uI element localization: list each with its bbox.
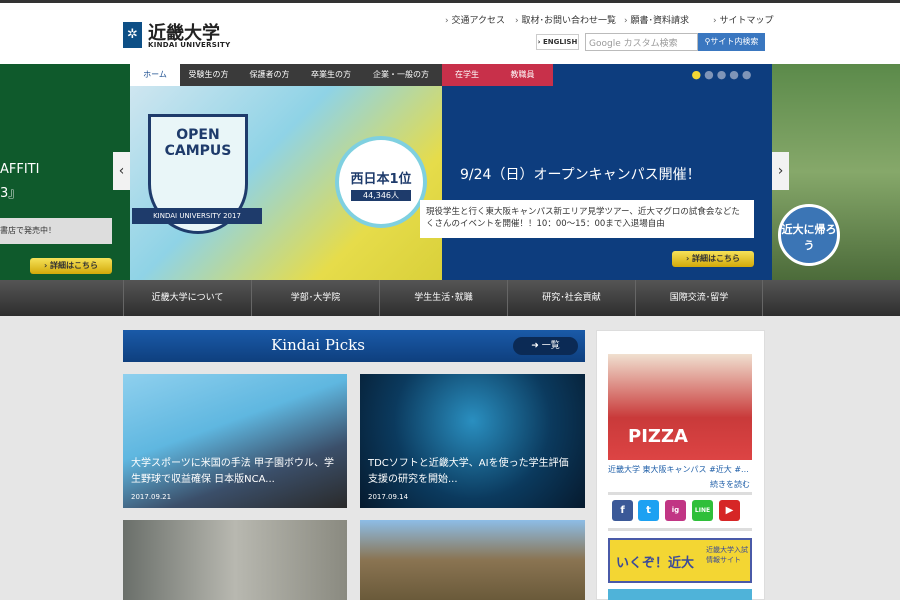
tab-students[interactable]: 在学生 [442,64,492,86]
twitter-icon[interactable]: t [638,500,659,521]
pick-card-image[interactable] [123,520,347,600]
hero-details-button[interactable]: › 詳細はこちら [672,251,754,267]
pick-card-text: 大学スポーツに米国の手法 甲子園ボウル、学生野球で収益確保 日本版NCA... [131,456,339,488]
nav-international[interactable]: 国際交流･留学 [635,280,763,316]
picks-more-button[interactable]: ➜ 一覧 [513,337,578,355]
banner-logo: いくぞ！近大 [616,552,694,571]
sidebar-banner-2[interactable] [608,589,752,600]
univ-banner: KINDAI UNIVERSITY 2017 [132,208,262,224]
next-arrow-icon[interactable]: › [772,152,789,190]
read-more-link[interactable]: 続きを読む [710,479,750,490]
open-campus-image[interactable]: OPEN CAMPUS KINDAI UNIVERSITY 2017 西日本1位… [130,86,442,280]
link-contact[interactable]: 取材･お問い合わせ一覧 [515,13,616,26]
tab-staff[interactable]: 教職員 [492,64,553,86]
search-input[interactable]: Google カスタム検索 [585,33,698,51]
audience-tabs: ホーム 受験生の方 保護者の方 卒業生の方 企業・一般の方 在学生 教職員 ●●… [130,64,772,86]
logo-subtext: KINDAI UNIVERSITY [148,41,230,49]
rank-count: 44,346人 [351,190,411,201]
pizza-text: PIZZA [628,426,688,447]
search-button[interactable]: ⚲サイト内検索 [698,33,765,51]
divider [608,528,752,531]
search-button-label: サイト内検索 [710,37,758,46]
hero-panel: 9/24（日）オープンキャンパス開催！ 現役学生と行く東大阪キャンパス新エリア見… [442,86,772,280]
link-sitemap[interactable]: サイトマップ [713,13,773,26]
admissions-banner[interactable]: いくぞ！近大 近畿大学入試情報サイト [608,538,752,583]
kindai-picks-header: Kindai Picks ➜ 一覧 [123,330,585,362]
slide-notice: 書店で発売中！ [0,218,112,244]
prev-arrow-icon[interactable]: ‹ [113,152,130,190]
picks-more-label: 一覧 [542,341,560,351]
pick-card[interactable]: 大学スポーツに米国の手法 甲子園ボウル、学生野球で収益確保 日本版NCA... … [123,374,347,508]
nav-about[interactable]: 近畿大学について [123,280,251,316]
slide-dots[interactable]: ●●●●● [688,64,758,86]
picks-title: Kindai Picks [123,336,513,354]
tab-applicants[interactable]: 受験生の方 [180,64,237,86]
link-request[interactable]: 願書･資料請求 [624,13,689,26]
link-access[interactable]: 交通アクセス [445,13,505,26]
rank-text: 西日本1位 [339,168,423,187]
instagram-caption[interactable]: 近畿大学 東大阪キャンパス #近大 #... [608,464,749,475]
pick-card-date: 2017.09.14 [368,493,408,501]
line-icon[interactable]: LINE [692,500,713,521]
prev-slide-peek: AFFITI 3』 書店で発売中！ › 詳細はこちら [0,64,130,280]
details-button[interactable]: › 詳細はこちら [30,258,112,274]
arrow-icon: ➜ [531,341,541,351]
slide-line1: AFFITI [0,162,39,177]
instagram-photo[interactable]: PIZZA [608,354,752,460]
youtube-icon[interactable]: ▶ [719,500,740,521]
pick-card[interactable]: TDCソフトと近畿大学、AIを使った学生評価支援の研究を開始... 2017.0… [360,374,585,508]
hero-description: 現役学生と行く東大阪キャンパス新エリア見学ツアー、近大マグロの試食会などたくさん… [420,200,754,238]
tab-business[interactable]: 企業・一般の方 [360,64,442,86]
pick-card-date: 2017.09.21 [131,493,171,501]
pick-card-image[interactable] [360,520,585,600]
pick-card-text: TDCソフトと近畿大学、AIを使った学生評価支援の研究を開始... [368,456,577,488]
nav-research[interactable]: 研究･社会貢献 [507,280,635,316]
facebook-icon[interactable]: f [612,500,633,521]
hero-title: 9/24（日）オープンキャンパス開催！ [460,164,701,184]
rank-badge: 西日本1位 44,346人 [335,136,427,228]
nav-faculties[interactable]: 学部･大学院 [251,280,379,316]
banner-text: 近畿大学入試情報サイト [706,545,750,565]
next-slide-peek: 近大に帰ろう [772,64,900,280]
divider [608,492,752,495]
slide-badge: 近大に帰ろう [778,204,840,266]
slide-line2: 3』 [0,182,21,201]
tab-parents[interactable]: 保護者の方 [237,64,302,86]
english-button[interactable]: › ENGLISH [536,34,579,50]
instagram-icon[interactable]: ig [665,500,686,521]
tab-home[interactable]: ホーム [130,64,180,86]
nav-student-life[interactable]: 学生生活･就職 [379,280,507,316]
logo-icon[interactable]: ✲ [123,22,142,48]
main-nav: 近畿大学について 学部･大学院 学生生活･就職 研究･社会貢献 国際交流･留学 [0,280,900,316]
tab-alumni[interactable]: 卒業生の方 [302,64,360,86]
